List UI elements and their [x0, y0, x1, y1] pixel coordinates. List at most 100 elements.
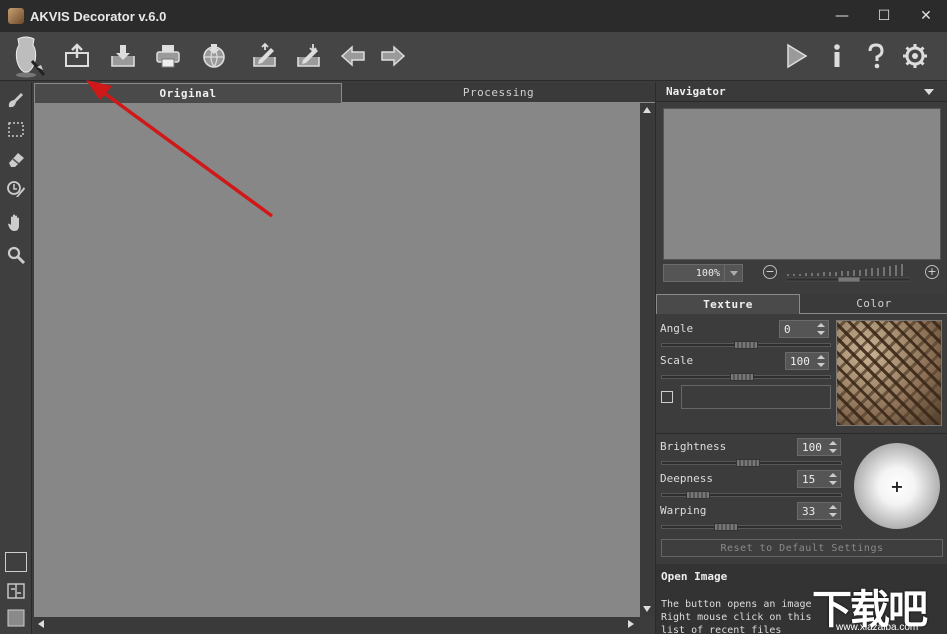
restore-brush-icon	[7, 181, 25, 197]
brightness-slider-thumb[interactable]	[736, 459, 760, 467]
undo-button[interactable]	[337, 40, 369, 72]
background-color-swatch[interactable]	[5, 607, 27, 629]
warping-slider[interactable]	[661, 523, 842, 531]
zoom-dropdown-icon[interactable]	[724, 265, 742, 281]
print-icon	[156, 45, 180, 68]
spinner-arrows-icon[interactable]	[828, 504, 838, 518]
color-swatch-icon	[7, 609, 25, 627]
image-canvas[interactable]	[34, 103, 640, 617]
angle-value: 0	[784, 322, 791, 336]
deepness-value: 15	[802, 472, 816, 486]
scale-slider[interactable]	[661, 373, 831, 381]
deepness-slider-thumb[interactable]	[686, 491, 710, 499]
deepness-input[interactable]: 15	[797, 470, 841, 488]
export-preset-button[interactable]	[293, 40, 325, 72]
right-panel: Navigator 100% − + Texture Color Angle 0…	[655, 82, 947, 634]
spinner-arrows-icon[interactable]	[816, 354, 826, 368]
texture-name-field[interactable]	[681, 385, 831, 409]
export-preset-icon	[297, 44, 320, 67]
navigator-header[interactable]: Navigator	[656, 82, 947, 102]
tab-texture[interactable]: Texture	[656, 294, 800, 314]
selection-rect-icon	[8, 122, 24, 137]
texture-brush-tool[interactable]	[5, 89, 27, 111]
zoom-level-field[interactable]: 100%	[663, 264, 743, 282]
light-direction-control[interactable]: +	[854, 443, 940, 529]
texture-preview[interactable]	[836, 320, 942, 426]
info-icon	[834, 44, 840, 67]
eraser-icon	[9, 153, 24, 167]
brightness-input[interactable]: 100	[797, 438, 841, 456]
save-image-button[interactable]	[107, 40, 139, 72]
info-button[interactable]	[821, 40, 853, 72]
eraser-tool[interactable]	[5, 148, 27, 170]
redo-arrow-icon	[381, 45, 406, 67]
compare-icon	[7, 583, 25, 599]
scale-input[interactable]: 100	[785, 352, 829, 370]
hand-icon	[8, 214, 19, 231]
tab-color[interactable]: Color	[800, 294, 947, 314]
section-divider	[656, 433, 947, 434]
angle-slider[interactable]	[661, 341, 831, 349]
scroll-up-icon	[643, 107, 651, 113]
magnifier-icon	[7, 246, 26, 265]
selection-tool[interactable]	[5, 119, 27, 141]
deepness-slider[interactable]	[661, 491, 842, 499]
spinner-arrows-icon[interactable]	[828, 440, 838, 454]
spinner-arrows-icon[interactable]	[828, 472, 838, 486]
canvas-horizontal-scrollbar[interactable]	[34, 617, 640, 631]
run-play-icon	[787, 43, 808, 69]
redo-button[interactable]	[377, 40, 409, 72]
hand-tool[interactable]	[5, 212, 27, 234]
view-compare-button[interactable]	[5, 580, 27, 602]
view-single-button[interactable]	[5, 552, 27, 572]
zoom-slider[interactable]	[786, 262, 910, 282]
texture-file-checkbox[interactable]	[661, 391, 673, 403]
maximize-button[interactable]: ☐	[863, 0, 905, 32]
settings-button[interactable]	[899, 40, 931, 72]
print-button[interactable]	[152, 40, 184, 72]
spinner-arrows-icon[interactable]	[816, 322, 826, 336]
brightness-label: Brightness	[660, 440, 727, 453]
site-watermark: 下载吧 www.xiazaiba.com	[808, 577, 947, 634]
close-button[interactable]: ✕	[905, 0, 947, 32]
minimize-button[interactable]: —	[821, 0, 863, 32]
share-button[interactable]	[198, 40, 230, 72]
settings-tabs: Texture Color	[656, 294, 947, 314]
navigator-title: Navigator	[666, 85, 726, 98]
help-button[interactable]	[860, 40, 892, 72]
warping-slider-thumb[interactable]	[714, 523, 738, 531]
help-line: The button opens an image	[661, 599, 811, 610]
window-title: AKVIS Decorator v.6.0	[30, 8, 167, 24]
window-controls: — ☐ ✕	[821, 0, 947, 32]
app-icon	[8, 8, 24, 24]
open-image-button[interactable]	[61, 40, 93, 72]
light-position-marker[interactable]: +	[854, 443, 940, 529]
run-button[interactable]	[780, 40, 812, 72]
scroll-right-icon	[628, 620, 634, 628]
angle-slider-thumb[interactable]	[734, 341, 758, 349]
help-text: The button opens an image Right mouse cl…	[661, 598, 811, 634]
open-image-icon	[65, 43, 89, 67]
canvas-vertical-scrollbar[interactable]	[640, 103, 654, 617]
zoom-in-icon[interactable]: +	[925, 265, 939, 279]
navigator-collapse-icon[interactable]	[924, 89, 934, 95]
brightness-value: 100	[802, 440, 822, 454]
scale-slider-thumb[interactable]	[730, 373, 754, 381]
tab-original[interactable]: Original	[34, 83, 342, 103]
tab-processing[interactable]: Processing	[342, 83, 655, 103]
warping-input[interactable]: 33	[797, 502, 841, 520]
import-preset-icon	[253, 42, 276, 67]
angle-input[interactable]: 0	[779, 320, 829, 338]
tools-sidebar	[0, 82, 32, 634]
main-toolbar	[0, 32, 947, 81]
import-preset-button[interactable]	[249, 40, 281, 72]
brush-icon	[8, 93, 23, 108]
restore-brush-tool[interactable]	[5, 178, 27, 200]
canvas-tabs: Original Processing	[34, 83, 655, 103]
reset-defaults-button[interactable]: Reset to Default Settings	[661, 539, 943, 557]
scale-value: 100	[790, 354, 810, 368]
brightness-slider[interactable]	[661, 459, 842, 467]
zoom-out-icon[interactable]: −	[763, 265, 777, 279]
zoom-tool[interactable]	[5, 244, 27, 266]
navigator-preview[interactable]	[663, 108, 941, 260]
